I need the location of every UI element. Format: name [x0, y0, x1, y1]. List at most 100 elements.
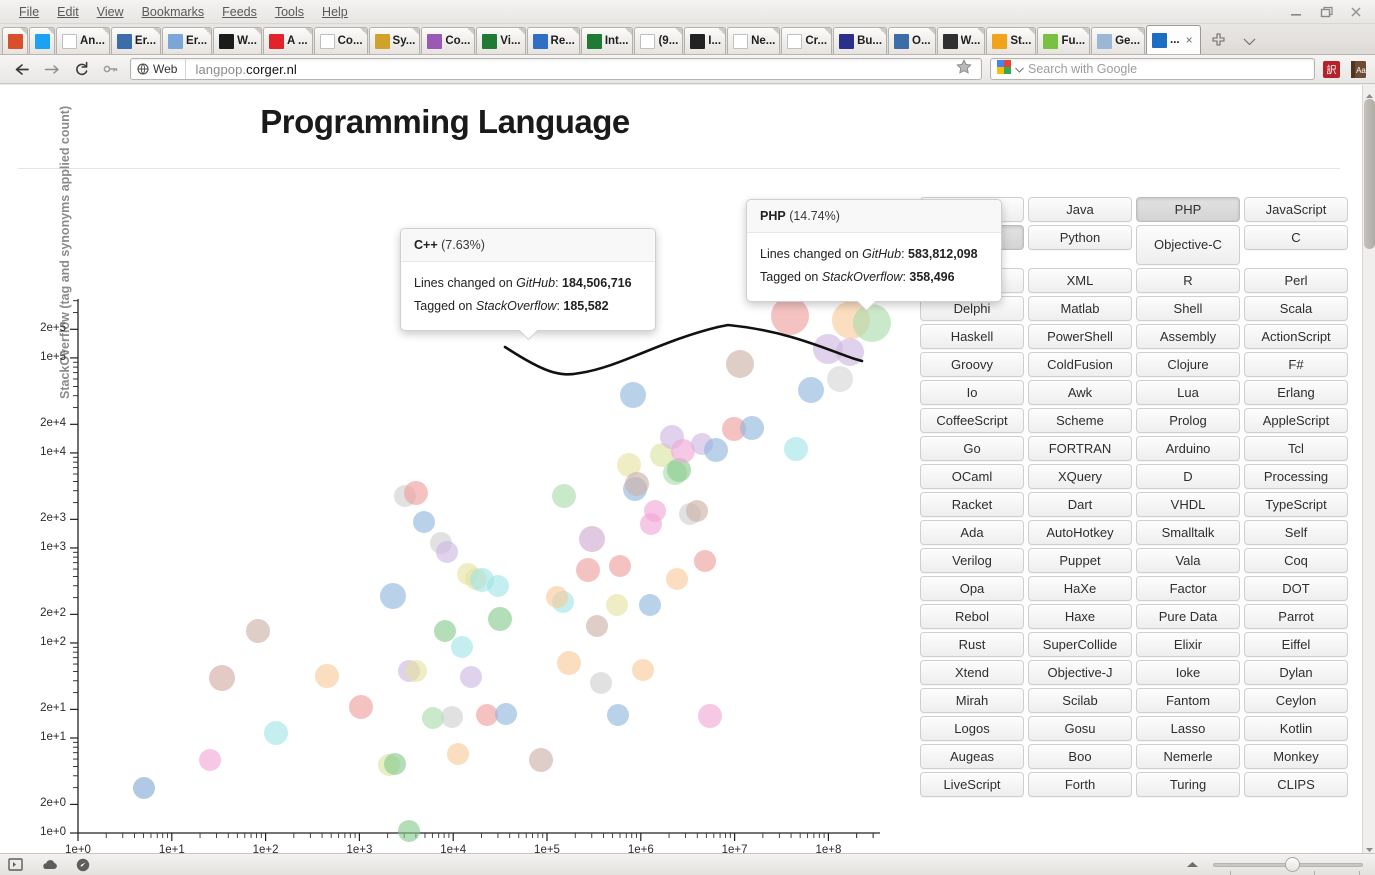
scatter-bubble[interactable]	[644, 500, 666, 522]
language-button[interactable]: DOT	[1244, 576, 1348, 601]
scatter-bubble[interactable]	[784, 437, 808, 461]
scatter-bubble[interactable]	[199, 749, 221, 771]
restore-button[interactable]	[1319, 5, 1333, 19]
scatter-bubble[interactable]	[740, 416, 764, 440]
browser-tab[interactable]: I...	[684, 27, 727, 54]
browser-tab[interactable]: W...	[213, 27, 262, 54]
language-button[interactable]: Xtend	[920, 660, 1024, 685]
menu-item-edit[interactable]: Edit	[48, 3, 88, 21]
scatter-bubble[interactable]	[405, 660, 427, 682]
language-button[interactable]: Parrot	[1244, 604, 1348, 629]
language-button[interactable]: Python	[1028, 225, 1132, 250]
browser-tab[interactable]	[2, 27, 28, 54]
browser-tab[interactable]: ... ×	[1146, 25, 1201, 54]
language-button[interactable]: Turing	[1136, 772, 1240, 797]
new-tab-button[interactable]	[1212, 33, 1225, 51]
scatter-bubble[interactable]	[380, 583, 406, 609]
language-button[interactable]: Scilab	[1028, 688, 1132, 713]
language-button[interactable]: Clojure	[1136, 352, 1240, 377]
scatter-bubble[interactable]	[447, 743, 469, 765]
menu-item-file[interactable]: File	[10, 3, 48, 21]
language-button[interactable]: HaXe	[1028, 576, 1132, 601]
scatter-bubble[interactable]	[827, 366, 853, 392]
browser-tab[interactable]: Fu...	[1037, 27, 1091, 54]
browser-tab[interactable]: St...	[986, 27, 1037, 54]
url-mode-badge[interactable]: Web	[131, 59, 187, 79]
language-button[interactable]: Verilog	[920, 548, 1024, 573]
browser-tab[interactable]: An...	[56, 27, 110, 54]
language-button[interactable]: ColdFusion	[1028, 352, 1132, 377]
browser-tab[interactable]: Int...	[580, 27, 634, 54]
language-button[interactable]: FORTRAN	[1028, 436, 1132, 461]
language-button[interactable]: Scala	[1244, 296, 1348, 321]
scatter-bubble[interactable]	[264, 721, 288, 745]
language-button[interactable]: Racket	[920, 492, 1024, 517]
browser-tab[interactable]: Sy...	[368, 27, 421, 54]
language-button[interactable]: PowerShell	[1028, 324, 1132, 349]
language-button[interactable]: AutoHotkey	[1028, 520, 1132, 545]
language-button[interactable]: Self	[1244, 520, 1348, 545]
browser-tab[interactable]: Er...	[110, 27, 162, 54]
language-button[interactable]: Objective-C	[1136, 225, 1240, 265]
browser-tab[interactable]	[29, 27, 55, 54]
scatter-bubble[interactable]	[133, 777, 155, 799]
language-button[interactable]: C	[1244, 225, 1348, 250]
search-input[interactable]	[1028, 62, 1308, 76]
scrollbar-thumb[interactable]	[1364, 99, 1375, 249]
language-button[interactable]: Ceylon	[1244, 688, 1348, 713]
zoom-slider-knob[interactable]	[1285, 856, 1301, 872]
language-button[interactable]: Augeas	[920, 744, 1024, 769]
search-box[interactable]	[990, 58, 1315, 80]
scatter-bubble[interactable]	[586, 615, 608, 637]
language-button[interactable]: Puppet	[1028, 548, 1132, 573]
menu-item-view[interactable]: View	[88, 3, 133, 21]
reload-button[interactable]	[66, 57, 96, 81]
language-button[interactable]: Eiffel	[1244, 632, 1348, 657]
language-button[interactable]: CoffeeScript	[920, 408, 1024, 433]
scatter-bubble[interactable]	[666, 568, 688, 590]
scatter-bubble[interactable]	[704, 438, 728, 462]
browser-tab[interactable]: (9...	[634, 27, 684, 54]
browser-tab[interactable]: A ...	[262, 27, 313, 54]
scatter-bubble[interactable]	[487, 575, 509, 597]
language-button[interactable]: Objective-J	[1028, 660, 1132, 685]
language-button[interactable]: Arduino	[1136, 436, 1240, 461]
language-button[interactable]: OCaml	[920, 464, 1024, 489]
scatter-bubble[interactable]	[436, 541, 458, 563]
browser-tab[interactable]: Cr...	[781, 27, 833, 54]
language-button[interactable]: Coq	[1244, 548, 1348, 573]
language-button[interactable]: Mirah	[920, 688, 1024, 713]
browser-tab[interactable]: Vi...	[476, 27, 526, 54]
language-button[interactable]: Lua	[1136, 380, 1240, 405]
language-button[interactable]: Awk	[1028, 380, 1132, 405]
search-engine-dropdown-icon[interactable]	[1015, 60, 1024, 78]
scatter-bubble[interactable]	[607, 704, 629, 726]
scatter-bubble[interactable]	[552, 484, 576, 508]
scatter-bubble[interactable]	[349, 695, 373, 719]
language-button[interactable]: AppleScript	[1244, 408, 1348, 433]
language-button[interactable]: F#	[1244, 352, 1348, 377]
scatter-bubble[interactable]	[771, 297, 809, 335]
language-button[interactable]: CLIPS	[1244, 772, 1348, 797]
language-button[interactable]: Monkey	[1244, 744, 1348, 769]
language-button[interactable]: Processing	[1244, 464, 1348, 489]
browser-tab[interactable]: Ne...	[727, 27, 781, 54]
scatter-bubble[interactable]	[422, 707, 444, 729]
panel-icon[interactable]	[8, 858, 23, 871]
scatter-bubble[interactable]	[620, 382, 646, 408]
language-button[interactable]: Tcl	[1244, 436, 1348, 461]
language-button[interactable]: SuperCollide	[1028, 632, 1132, 657]
tab-list-button[interactable]	[1243, 33, 1256, 51]
language-button[interactable]: Perl	[1244, 268, 1348, 293]
bookmark-star-icon[interactable]	[947, 59, 981, 79]
scatter-bubble[interactable]	[609, 555, 631, 577]
language-button[interactable]: TypeScript	[1244, 492, 1348, 517]
scatter-bubble[interactable]	[686, 500, 708, 522]
scatter-bubble[interactable]	[460, 666, 482, 688]
language-button[interactable]: Io	[920, 380, 1024, 405]
password-key-icon[interactable]	[96, 57, 126, 81]
language-button[interactable]: Boo	[1028, 744, 1132, 769]
forward-button[interactable]	[36, 57, 66, 81]
language-button[interactable]: Java	[1028, 197, 1132, 222]
minimize-button[interactable]	[1289, 5, 1303, 19]
